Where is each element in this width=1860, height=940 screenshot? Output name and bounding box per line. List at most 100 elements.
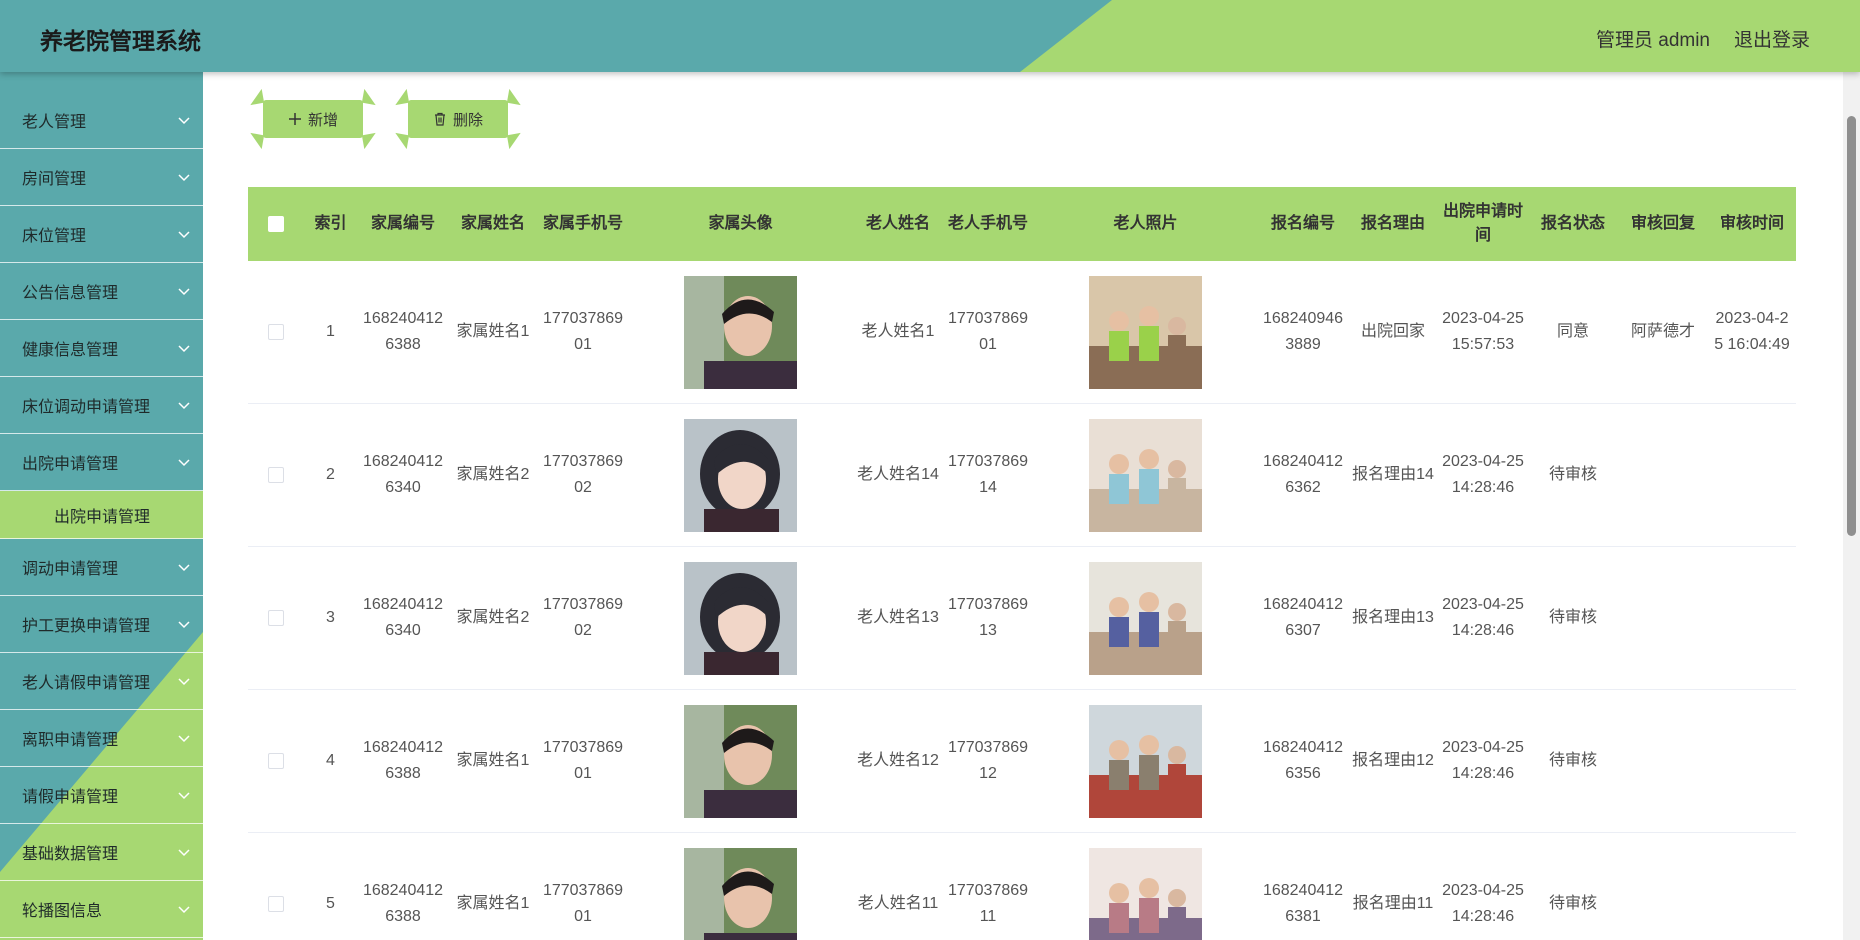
chevron-down-icon bbox=[178, 345, 190, 353]
sidebar-item-label: 床位管理 bbox=[22, 228, 87, 245]
family-name-cell: 家属姓名1 bbox=[456, 323, 530, 340]
table-row[interactable]: 3 1682404126340 家属姓名2 17703786902 老人姓名13 1770… bbox=[248, 547, 1796, 690]
app-title: 养老院管理系统 bbox=[40, 28, 201, 54]
family-name-cell: 家属姓名1 bbox=[456, 895, 530, 912]
sidebar-item[interactable]: 公告信息管理 bbox=[0, 263, 203, 320]
elder-phone-cell: 17703786914 bbox=[947, 453, 1029, 496]
current-user-label: 管理员 admin bbox=[1595, 30, 1710, 51]
family-avatar-cell bbox=[628, 404, 853, 547]
row-select-cell[interactable] bbox=[248, 404, 303, 547]
chevron-down-icon bbox=[178, 678, 190, 686]
row-checkbox[interactable] bbox=[267, 467, 284, 483]
apply-time-cell: 2023-04-25 14:28:46 bbox=[1442, 739, 1524, 782]
chevron-down-icon bbox=[178, 621, 190, 629]
sidebar-item-label: 健康信息管理 bbox=[22, 342, 119, 359]
column-header: 审核回复 bbox=[1630, 215, 1695, 232]
reply-cell bbox=[1618, 547, 1708, 690]
review-time-cell bbox=[1708, 404, 1796, 547]
elder-photo-cell bbox=[1033, 261, 1258, 404]
chevron-down-icon bbox=[178, 735, 190, 743]
chevron-down-icon bbox=[178, 564, 190, 572]
sidebar-item[interactable]: 老人请假申请管理 bbox=[0, 653, 203, 710]
review-time-cell bbox=[1708, 547, 1796, 690]
table-row[interactable]: 2 1682404126340 家属姓名2 17703786902 老人姓名14 1770… bbox=[248, 404, 1796, 547]
column-header: 报名编号 bbox=[1270, 215, 1335, 232]
elder-photo-image bbox=[1089, 275, 1202, 389]
column-header: 出院申请时间 bbox=[1442, 203, 1523, 244]
logout-button[interactable]: 退出登录 bbox=[1734, 25, 1810, 52]
chevron-down-icon bbox=[178, 792, 190, 800]
signup-no-cell: 1682404126356 bbox=[1262, 739, 1344, 782]
family-name-cell: 家属姓名2 bbox=[456, 466, 530, 483]
signup-no-cell: 1682404126381 bbox=[1262, 882, 1344, 925]
status-cell: 待审核 bbox=[1548, 895, 1597, 912]
sidebar-item[interactable]: 健康信息管理 bbox=[0, 320, 203, 377]
elder-phone-cell: 17703786912 bbox=[947, 739, 1029, 782]
row-select-cell[interactable] bbox=[248, 833, 303, 940]
table-row[interactable]: 4 1682404126388 家属姓名1 17703786901 老人姓名12 1770… bbox=[248, 690, 1796, 833]
sidebar-item[interactable]: 房间管理 bbox=[0, 149, 203, 206]
trash-icon bbox=[434, 112, 445, 126]
family-avatar-cell bbox=[628, 833, 853, 940]
column-header: 老人照片 bbox=[1113, 215, 1178, 232]
elder-phone-cell: 17703786913 bbox=[947, 596, 1029, 639]
status-cell: 待审核 bbox=[1548, 466, 1597, 483]
add-button[interactable]: 新增 bbox=[247, 88, 379, 150]
sidebar-item[interactable]: 床位调动申请管理 bbox=[0, 377, 203, 434]
signup-no-cell: 1682404126307 bbox=[1262, 596, 1344, 639]
row-checkbox[interactable] bbox=[267, 610, 284, 626]
row-select-cell[interactable] bbox=[248, 261, 303, 404]
sidebar-item[interactable]: 请假申请管理 bbox=[0, 767, 203, 824]
family-avatar-image bbox=[684, 275, 797, 389]
delete-button[interactable]: 删除 bbox=[392, 88, 524, 150]
sidebar-item-label: 调动申请管理 bbox=[22, 561, 119, 578]
family-no-cell: 1682404126340 bbox=[362, 596, 444, 639]
family-phone-cell: 17703786902 bbox=[542, 453, 624, 496]
row-checkbox[interactable] bbox=[267, 324, 284, 340]
column-header: 老人姓名 bbox=[865, 215, 930, 232]
sidebar-item[interactable]: 老人管理 bbox=[0, 92, 203, 149]
table-row[interactable]: 1 1682404126388 家属姓名1 17703786901 老人姓名1 17703… bbox=[248, 261, 1796, 404]
family-avatar-image bbox=[684, 704, 797, 818]
signup-no-cell: 1682409463889 bbox=[1262, 310, 1344, 353]
column-header: 报名理由 bbox=[1360, 215, 1425, 232]
sidebar-item-label: 护工更换申请管理 bbox=[22, 618, 151, 635]
reply-cell: 阿萨德才 bbox=[1630, 323, 1695, 340]
sidebar-item[interactable]: 基础数据管理 bbox=[0, 824, 203, 881]
elder-photo-image bbox=[1089, 704, 1202, 818]
select-all-checkbox[interactable] bbox=[267, 216, 284, 232]
elder-photo-cell bbox=[1033, 547, 1258, 690]
chevron-down-icon bbox=[178, 906, 190, 914]
row-checkbox[interactable] bbox=[267, 753, 284, 769]
family-phone-cell: 17703786901 bbox=[542, 739, 624, 782]
family-no-cell: 1682404126340 bbox=[362, 453, 444, 496]
apply-time-cell: 2023-04-25 14:28:46 bbox=[1442, 882, 1524, 925]
sidebar-item[interactable]: 调动申请管理 bbox=[0, 539, 203, 596]
reason-cell: 报名理由11 bbox=[1352, 895, 1434, 912]
status-cell: 待审核 bbox=[1548, 609, 1597, 626]
sidebar-item[interactable]: 离职申请管理 bbox=[0, 710, 203, 767]
column-header: 索引 bbox=[314, 215, 347, 232]
elder-photo-cell bbox=[1033, 833, 1258, 940]
sidebar: 老人管理 房间管理床位管理公告信息管理健康信息管理床位调动申请管理出院申请管理 出院… bbox=[0, 72, 203, 940]
column-header: 审核时间 bbox=[1719, 215, 1784, 232]
row-select-cell[interactable] bbox=[248, 690, 303, 833]
sidebar-item-label: 床位调动申请管理 bbox=[22, 399, 151, 416]
row-checkbox[interactable] bbox=[267, 896, 284, 912]
select-all-cell[interactable] bbox=[248, 187, 303, 261]
review-time-cell bbox=[1708, 690, 1796, 833]
vertical-scrollbar[interactable] bbox=[1843, 72, 1860, 940]
sidebar-item[interactable]: 出院申请管理 bbox=[0, 434, 203, 491]
sidebar-item[interactable]: 轮播图信息 bbox=[0, 881, 203, 938]
sidebar-item[interactable]: 床位管理 bbox=[0, 206, 203, 263]
sidebar-item[interactable]: 护工更换申请管理 bbox=[0, 596, 203, 653]
scrollbar-thumb[interactable] bbox=[1847, 116, 1856, 536]
table-row[interactable]: 5 1682404126388 家属姓名1 17703786901 老人姓名11 1770… bbox=[248, 833, 1796, 940]
chevron-down-icon bbox=[178, 402, 190, 410]
index-cell: 5 bbox=[326, 895, 335, 912]
family-avatar-cell bbox=[628, 690, 853, 833]
family-avatar-cell bbox=[628, 261, 853, 404]
family-avatar-cell bbox=[628, 547, 853, 690]
row-select-cell[interactable] bbox=[248, 547, 303, 690]
sidebar-subitem-active[interactable]: 出院申请管理 bbox=[0, 491, 203, 539]
